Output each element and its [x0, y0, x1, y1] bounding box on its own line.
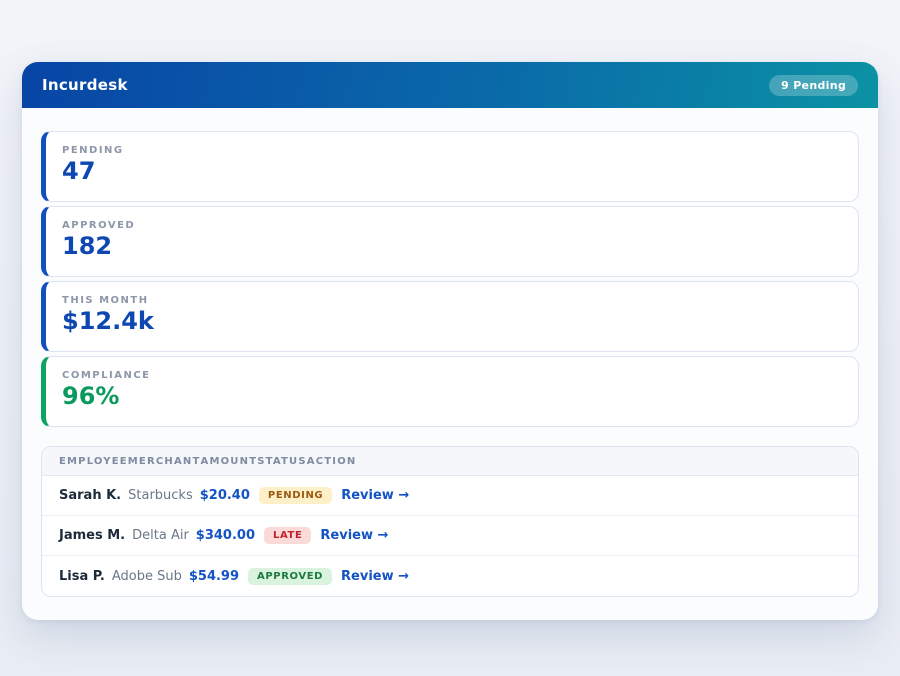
app-title: Incurdesk [42, 76, 128, 94]
review-link[interactable]: Review → [341, 488, 409, 503]
status-badge: APPROVED [248, 568, 332, 585]
stat-label: APPROVED [62, 220, 842, 231]
amount-value: $54.99 [189, 569, 239, 584]
employee-name: Sarah K. [59, 488, 121, 503]
merchant-name: Delta Air [132, 528, 189, 543]
employee-name: James M. [59, 528, 125, 543]
merchant-name: Starbucks [128, 488, 193, 503]
employee-name: Lisa P. [59, 569, 105, 584]
stat-card-compliance: COMPLIANCE 96% [41, 356, 859, 427]
column-header-amount: AMOUNT [201, 456, 258, 467]
column-header-merchant: MERCHANT [128, 456, 201, 467]
app-header: Incurdesk 9 Pending [22, 62, 878, 108]
column-header-status: STATUS [257, 456, 307, 467]
review-link[interactable]: Review → [341, 569, 409, 584]
review-link[interactable]: Review → [320, 528, 388, 543]
table-row: James M. Delta Air $340.00 LATE Review → [42, 516, 858, 556]
status-badge: LATE [264, 527, 311, 544]
panel-body: PENDING 47 APPROVED 182 THIS MONTH $12.4… [22, 108, 878, 620]
incurdesk-panel: Incurdesk 9 Pending PENDING 47 APPROVED … [22, 62, 878, 620]
stat-card-pending: PENDING 47 [41, 131, 859, 202]
pending-count-badge: 9 Pending [769, 75, 858, 96]
stat-label: PENDING [62, 145, 842, 156]
column-header-employee: EMPLOYEE [59, 456, 128, 467]
expenses-table: EMPLOYEEMERCHANTAMOUNTSTATUSACTION Sarah… [41, 446, 859, 597]
merchant-name: Adobe Sub [112, 569, 182, 584]
stat-value: 96% [62, 383, 842, 411]
table-header-row: EMPLOYEEMERCHANTAMOUNTSTATUSACTION [42, 447, 858, 476]
stat-card-this-month: THIS MONTH $12.4k [41, 281, 859, 352]
stat-value: 47 [62, 158, 842, 186]
table-row: Sarah K. Starbucks $20.40 PENDING Review… [42, 476, 858, 516]
stat-label: THIS MONTH [62, 295, 842, 306]
column-header-action: ACTION [307, 456, 357, 467]
amount-value: $20.40 [200, 488, 250, 503]
stat-card-approved: APPROVED 182 [41, 206, 859, 277]
stat-value: 182 [62, 233, 842, 261]
stat-value: $12.4k [62, 308, 842, 336]
amount-value: $340.00 [196, 528, 255, 543]
stat-label: COMPLIANCE [62, 370, 842, 381]
table-row: Lisa P. Adobe Sub $54.99 APPROVED Review… [42, 556, 858, 596]
status-badge: PENDING [259, 487, 332, 504]
